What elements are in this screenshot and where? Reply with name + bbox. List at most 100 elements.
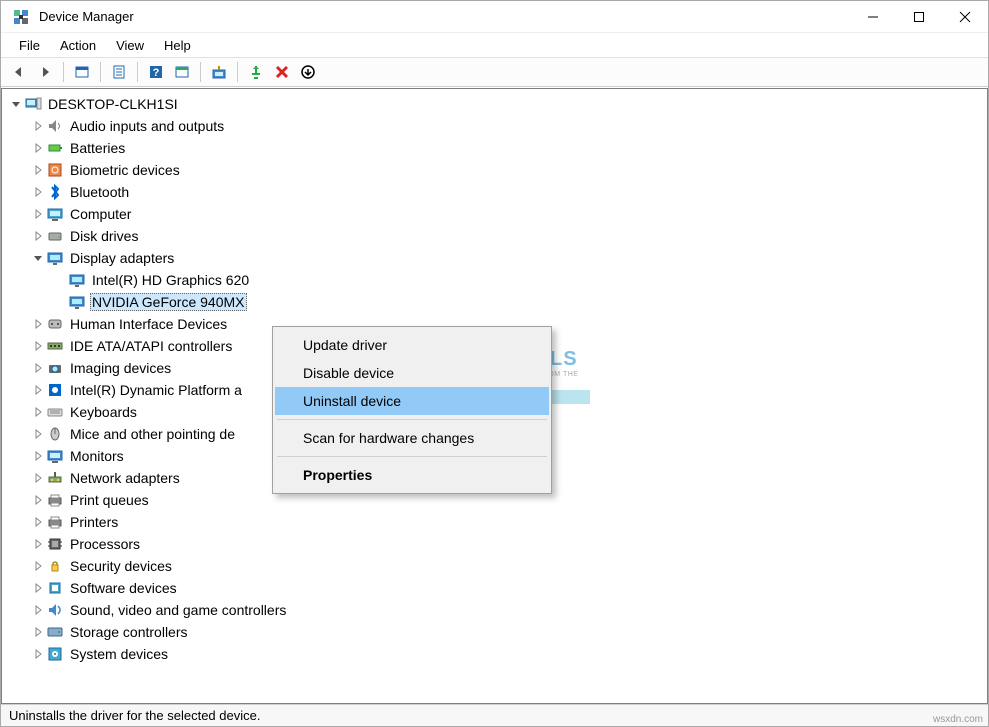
update-button[interactable]	[296, 60, 320, 84]
camera-icon	[46, 359, 64, 377]
tree-label: Security devices	[68, 558, 174, 574]
printer-icon	[46, 513, 64, 531]
enable-button[interactable]	[244, 60, 268, 84]
computer-icon	[46, 205, 64, 223]
tree-category-security[interactable]: Security devices	[2, 555, 987, 577]
expand-icon[interactable]	[30, 360, 46, 376]
menu-help[interactable]: Help	[154, 36, 201, 55]
expand-icon[interactable]	[30, 404, 46, 420]
tree-label: Software devices	[68, 580, 179, 596]
tree-label: Mice and other pointing de	[68, 426, 237, 442]
menu-view[interactable]: View	[106, 36, 154, 55]
expand-icon[interactable]	[30, 514, 46, 530]
properties-button[interactable]	[107, 60, 131, 84]
expand-icon[interactable]	[30, 492, 46, 508]
expand-icon[interactable]	[30, 250, 46, 266]
tree-label: Human Interface Devices	[68, 316, 229, 332]
tree-label: Batteries	[68, 140, 127, 156]
tree-category-disk[interactable]: Disk drives	[2, 225, 987, 247]
tree-category-cpu[interactable]: Processors	[2, 533, 987, 555]
expand-icon[interactable]	[30, 580, 46, 596]
tree-category-system[interactable]: System devices	[2, 643, 987, 665]
expand-icon[interactable]	[30, 338, 46, 354]
scan-button[interactable]	[207, 60, 231, 84]
security-icon	[46, 557, 64, 575]
context-menu-item[interactable]: Properties	[275, 461, 549, 489]
tree-category-sound[interactable]: Sound, video and game controllers	[2, 599, 987, 621]
expand-icon[interactable]	[8, 96, 24, 112]
expand-icon[interactable]	[30, 162, 46, 178]
help-button[interactable]: ?	[144, 60, 168, 84]
window-title: Device Manager	[39, 9, 850, 24]
show-hidden-button[interactable]	[70, 60, 94, 84]
mouse-icon	[46, 425, 64, 443]
expand-icon[interactable]	[30, 184, 46, 200]
expand-icon[interactable]	[30, 646, 46, 662]
menu-action[interactable]: Action	[50, 36, 106, 55]
maximize-button[interactable]	[896, 2, 942, 32]
tree-category-computer[interactable]: Computer	[2, 203, 987, 225]
context-menu-item[interactable]: Disable device	[275, 359, 549, 387]
tree-label: Sound, video and game controllers	[68, 602, 288, 618]
back-button[interactable]	[7, 60, 31, 84]
expand-icon[interactable]	[30, 382, 46, 398]
expand-icon[interactable]	[30, 624, 46, 640]
tree-label: Display adapters	[68, 250, 176, 266]
hid-icon	[46, 315, 64, 333]
tree-root-node[interactable]: DESKTOP-CLKH1SI	[2, 93, 987, 115]
tree-category-speaker[interactable]: Audio inputs and outputs	[2, 115, 987, 137]
tree-label: DESKTOP-CLKH1SI	[46, 96, 180, 112]
expand-icon[interactable]	[30, 426, 46, 442]
tree-category-display[interactable]: Display adapters	[2, 247, 987, 269]
tree-category-software[interactable]: Software devices	[2, 577, 987, 599]
expand-icon[interactable]	[30, 316, 46, 332]
menubar: File Action View Help	[1, 33, 988, 57]
tree-category-bluetooth[interactable]: Bluetooth	[2, 181, 987, 203]
ide-icon	[46, 337, 64, 355]
context-menu-item[interactable]: Scan for hardware changes	[275, 424, 549, 452]
image-credit: wsxdn.com	[933, 714, 983, 725]
expand-icon[interactable]	[30, 558, 46, 574]
tree-device[interactable]: NVIDIA GeForce 940MX	[2, 291, 987, 313]
expand-icon[interactable]	[30, 536, 46, 552]
expand-icon[interactable]	[52, 272, 68, 288]
expand-icon[interactable]	[30, 206, 46, 222]
expand-icon[interactable]	[30, 118, 46, 134]
app-icon	[11, 7, 31, 27]
menu-separator	[277, 456, 547, 457]
tree-label: IDE ATA/ATAPI controllers	[68, 338, 234, 354]
minimize-button[interactable]	[850, 2, 896, 32]
speaker-icon	[46, 117, 64, 135]
tree-label: Audio inputs and outputs	[68, 118, 226, 134]
tree-category-battery[interactable]: Batteries	[2, 137, 987, 159]
forward-button[interactable]	[33, 60, 57, 84]
expand-icon[interactable]	[30, 140, 46, 156]
context-menu-item[interactable]: Uninstall device	[275, 387, 549, 415]
tree-label: NVIDIA GeForce 940MX	[90, 293, 247, 311]
expand-icon[interactable]	[30, 448, 46, 464]
storage-icon	[46, 623, 64, 641]
tree-label: Printers	[68, 514, 120, 530]
tree-category-biometric[interactable]: Biometric devices	[2, 159, 987, 181]
tree-label: System devices	[68, 646, 170, 662]
tree-label: Intel(R) HD Graphics 620	[90, 272, 251, 288]
printer-icon	[46, 491, 64, 509]
tree-device[interactable]: Intel(R) HD Graphics 620	[2, 269, 987, 291]
action-button[interactable]	[170, 60, 194, 84]
expand-icon[interactable]	[52, 294, 68, 310]
close-button[interactable]	[942, 2, 988, 32]
uninstall-button[interactable]	[270, 60, 294, 84]
expand-icon[interactable]	[30, 470, 46, 486]
tree-category-storage[interactable]: Storage controllers	[2, 621, 987, 643]
sound-icon	[46, 601, 64, 619]
keyboard-icon	[46, 403, 64, 421]
context-menu-item[interactable]: Update driver	[275, 331, 549, 359]
pc-icon	[24, 95, 42, 113]
menu-file[interactable]: File	[9, 36, 50, 55]
display-icon	[46, 249, 64, 267]
expand-icon[interactable]	[30, 602, 46, 618]
tree-category-printer[interactable]: Printers	[2, 511, 987, 533]
tree-label: Intel(R) Dynamic Platform a	[68, 382, 244, 398]
expand-icon[interactable]	[30, 228, 46, 244]
tree-label: Bluetooth	[68, 184, 131, 200]
